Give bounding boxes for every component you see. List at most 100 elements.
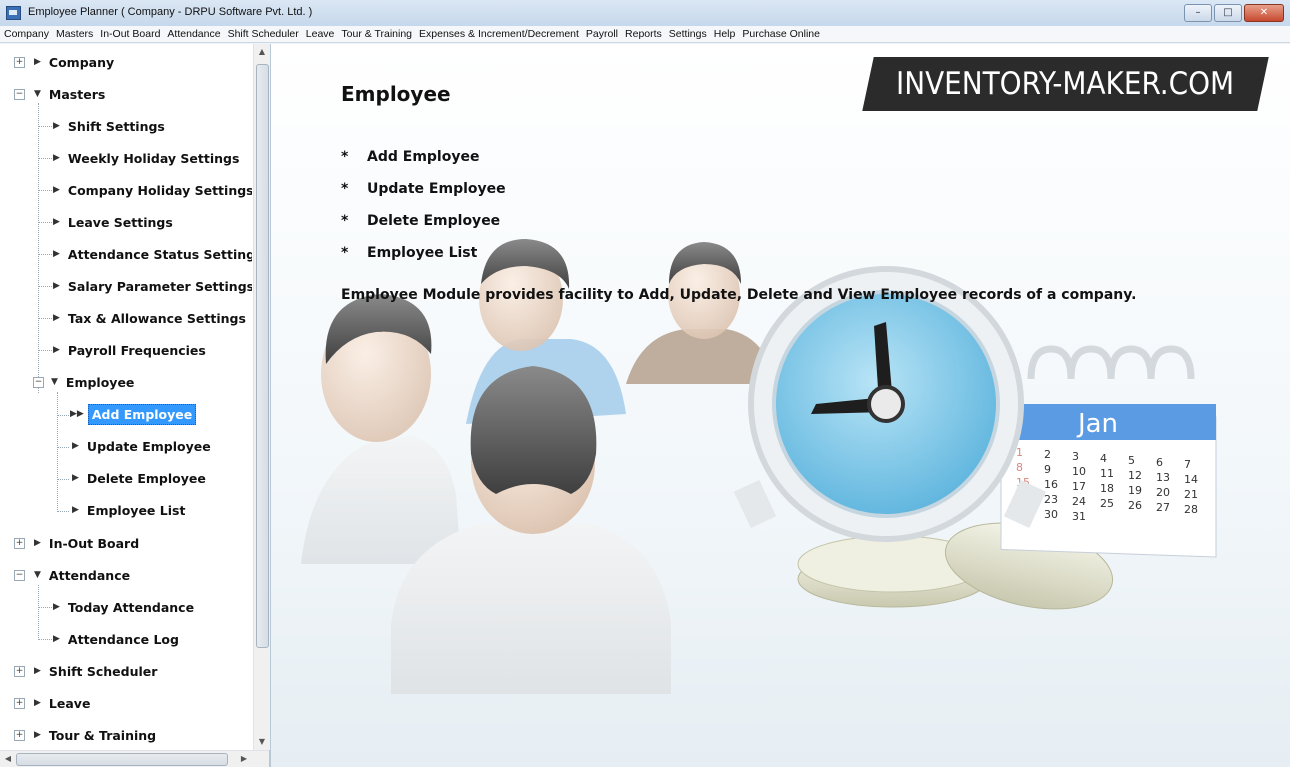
menu-shift-scheduler[interactable]: Shift Scheduler [228,28,299,40]
link-label: Employee List [367,245,478,261]
window-controls: – □ ✕ [1184,4,1284,22]
tree-item-add-employee[interactable]: ▶▶ Add Employee [70,403,197,425]
expand-in-out-board-icon[interactable]: + [14,538,25,549]
minimize-button[interactable]: – [1184,4,1212,22]
tree-connector [38,639,52,641]
link-delete-employee[interactable]: * Delete Employee [341,205,506,237]
calendar-day: 5 [1128,454,1135,467]
tree-item-delete-employee[interactable]: ▶ Delete Employee [72,468,206,488]
tree-connector [38,254,52,256]
scroll-left-icon[interactable]: ◀ [0,751,16,767]
tree-connector [38,158,52,160]
tree-item-label: Update Employee [86,438,211,454]
tree-item-attendance-log[interactable]: ▶ Attendance Log [53,629,179,649]
scroll-down-icon[interactable]: ▼ [254,734,270,750]
bullet: * [341,245,349,261]
calendar-day: 25 [1100,497,1114,510]
menu-leave[interactable]: Leave [306,28,335,40]
menu-masters[interactable]: Masters [56,28,93,40]
tree-item-label: Company [48,54,115,70]
arrow-right-icon: ▶ [53,249,60,259]
expand-company-icon[interactable]: + [14,57,25,68]
vertical-scrollbar[interactable]: ▲ ▼ [253,44,270,750]
expand-tour-training-icon[interactable]: + [14,730,25,741]
tree-item-employee[interactable]: ▼ Employee [51,372,134,392]
tree-item-tour-training[interactable]: ▶ Tour & Training [34,725,156,745]
menu-help[interactable]: Help [714,28,736,40]
collapse-attendance-icon[interactable]: − [14,570,25,581]
tree-item-payroll-frequencies[interactable]: ▶ Payroll Frequencies [53,340,206,360]
tree-item-masters[interactable]: ▼ Masters [34,84,105,104]
menu-bar: Company Masters In-Out Board Attendance … [0,26,1290,43]
arrow-right-icon: ▶ [53,345,60,355]
arrow-right-icon: ▶ [53,153,60,163]
calendar-day: 10 [1072,465,1086,478]
horizontal-scrollbar[interactable]: ◀ ▶ [0,750,269,767]
watermark-text: INVENTORY-MAKER.COM [896,66,1235,102]
bullet: * [341,149,349,165]
scroll-up-icon[interactable]: ▲ [254,44,270,60]
menu-purchase-online[interactable]: Purchase Online [742,28,820,40]
link-label: Delete Employee [367,213,501,229]
link-update-employee[interactable]: * Update Employee [341,173,506,205]
menu-reports[interactable]: Reports [625,28,662,40]
tree-item-attendance[interactable]: ▼ Attendance [34,565,130,585]
collapse-employee-icon[interactable]: − [33,377,44,388]
tree-item-label: Employee List [86,502,186,518]
calendar-day: 28 [1184,503,1198,516]
tree-item-company-holiday-settings[interactable]: ▶ Company Holiday Settings [53,180,252,200]
link-employee-list[interactable]: * Employee List [341,237,506,269]
menu-company[interactable]: Company [4,28,49,40]
close-button[interactable]: ✕ [1244,4,1284,22]
tree-item-label: Add Employee [87,403,197,425]
tree-connector [38,585,40,640]
expand-leave-icon[interactable]: + [14,698,25,709]
clock-illustration [733,266,1047,542]
link-add-employee[interactable]: * Add Employee [341,141,506,173]
calendar-day: 23 [1044,493,1058,506]
menu-tour-training[interactable]: Tour & Training [341,28,412,40]
window-title: Employee Planner ( Company - DRPU Softwa… [28,6,313,18]
tree-item-weekly-holiday-settings[interactable]: ▶ Weekly Holiday Settings [53,148,239,168]
tree-item-employee-list[interactable]: ▶ Employee List [72,500,185,520]
calendar-day: 31 [1072,510,1086,523]
calendar-day: 1 [1016,446,1023,459]
arrow-down-icon: ▼ [51,377,58,387]
menu-settings[interactable]: Settings [669,28,707,40]
collapse-masters-icon[interactable]: − [14,89,25,100]
tree-connector [57,447,69,449]
tree-item-label: Leave Settings [67,214,173,230]
menu-attendance[interactable]: Attendance [167,28,220,40]
app-icon [6,6,21,20]
tree-item-today-attendance[interactable]: ▶ Today Attendance [53,597,194,617]
horizontal-scroll-thumb[interactable] [16,753,228,766]
tree-item-update-employee[interactable]: ▶ Update Employee [72,436,211,456]
arrow-right-icon: ▶ [53,602,60,612]
bullet: * [341,181,349,197]
title-bar: Employee Planner ( Company - DRPU Softwa… [0,0,1290,27]
menu-payroll[interactable]: Payroll [586,28,618,40]
tree-item-leave-settings[interactable]: ▶ Leave Settings [53,212,173,232]
tree-connector [57,479,69,481]
menu-in-out-board[interactable]: In-Out Board [100,28,160,40]
tree-item-shift-scheduler[interactable]: ▶ Shift Scheduler [34,661,157,681]
calendar-day: 12 [1128,469,1142,482]
expand-shift-scheduler-icon[interactable]: + [14,666,25,677]
menu-expenses[interactable]: Expenses & Increment/Decrement [419,28,579,40]
employee-actions-list: * Add Employee * Update Employee * Delet… [341,141,506,269]
tree-item-in-out-board[interactable]: ▶ In-Out Board [34,533,139,553]
maximize-button[interactable]: □ [1214,4,1242,22]
arrow-right-icon: ▶ [34,698,41,708]
tree-item-attendance-status-settings[interactable]: ▶ Attendance Status Settings [53,244,252,264]
tree-item-tax-allowance-settings[interactable]: ▶ Tax & Allowance Settings [53,308,246,328]
tree-item-company[interactable]: ▶ Company [34,52,114,72]
tree-item-leave[interactable]: ▶ Leave [34,693,90,713]
tree-item-label: Salary Parameter Settings [67,278,252,294]
tree-item-label: Delete Employee [86,470,206,486]
tree-connector [38,222,52,224]
vertical-scroll-thumb[interactable] [256,64,269,648]
tree-item-shift-settings[interactable]: ▶ Shift Settings [53,116,165,136]
scroll-right-icon[interactable]: ▶ [236,751,252,767]
tree-connector [38,286,52,288]
tree-item-salary-parameter-settings[interactable]: ▶ Salary Parameter Settings [53,276,252,296]
